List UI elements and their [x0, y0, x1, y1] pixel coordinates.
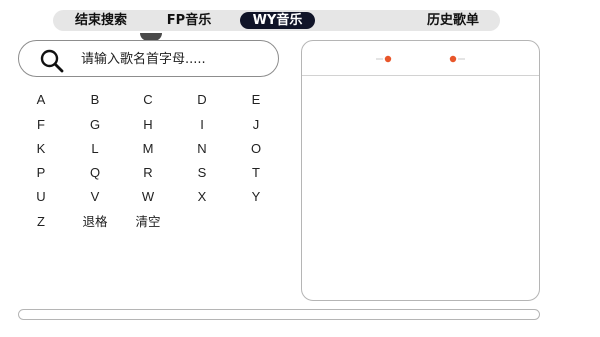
page-indicator-1-icon[interactable]	[375, 55, 397, 63]
key-k[interactable]: K	[21, 139, 61, 159]
tab-end-search[interactable]: 结束搜索	[62, 10, 140, 31]
key-d[interactable]: D	[182, 90, 222, 110]
tab-wy-music[interactable]: WY音乐	[240, 12, 315, 29]
tab-fp-music[interactable]: FP音乐	[150, 10, 228, 31]
key-s[interactable]: S	[182, 163, 222, 183]
key-h[interactable]: H	[128, 115, 168, 135]
clear-button[interactable]: 清空	[128, 212, 168, 232]
key-b[interactable]: B	[75, 90, 115, 110]
key-c[interactable]: C	[128, 90, 168, 110]
key-w[interactable]: W	[128, 187, 168, 207]
key-n[interactable]: N	[182, 139, 222, 159]
tab-history-playlist[interactable]: 历史歌单	[414, 10, 492, 31]
search-input-placeholder[interactable]: 请输入歌名首字母.....	[81, 41, 206, 78]
key-x[interactable]: X	[182, 187, 222, 207]
bottom-status-bar	[18, 309, 540, 320]
key-f[interactable]: F	[21, 115, 61, 135]
key-e[interactable]: E	[236, 90, 276, 110]
key-v[interactable]: V	[75, 187, 115, 207]
panel-divider	[302, 75, 539, 76]
key-o[interactable]: O	[236, 139, 276, 159]
page-indicator-2-icon[interactable]	[445, 55, 467, 63]
key-r[interactable]: R	[128, 163, 168, 183]
key-i[interactable]: I	[182, 115, 222, 135]
key-y[interactable]: Y	[236, 187, 276, 207]
key-z[interactable]: Z	[21, 212, 61, 232]
key-q[interactable]: Q	[75, 163, 115, 183]
key-t[interactable]: T	[236, 163, 276, 183]
key-a[interactable]: A	[21, 90, 61, 110]
key-g[interactable]: G	[75, 115, 115, 135]
key-j[interactable]: J	[236, 115, 276, 135]
key-u[interactable]: U	[21, 187, 61, 207]
key-m[interactable]: M	[128, 139, 168, 159]
backspace-button[interactable]: 退格	[75, 212, 115, 232]
results-panel	[301, 40, 540, 301]
key-l[interactable]: L	[75, 139, 115, 159]
key-p[interactable]: P	[21, 163, 61, 183]
search-icon	[40, 49, 64, 73]
search-box[interactable]: 请输入歌名首字母.....	[18, 40, 279, 77]
